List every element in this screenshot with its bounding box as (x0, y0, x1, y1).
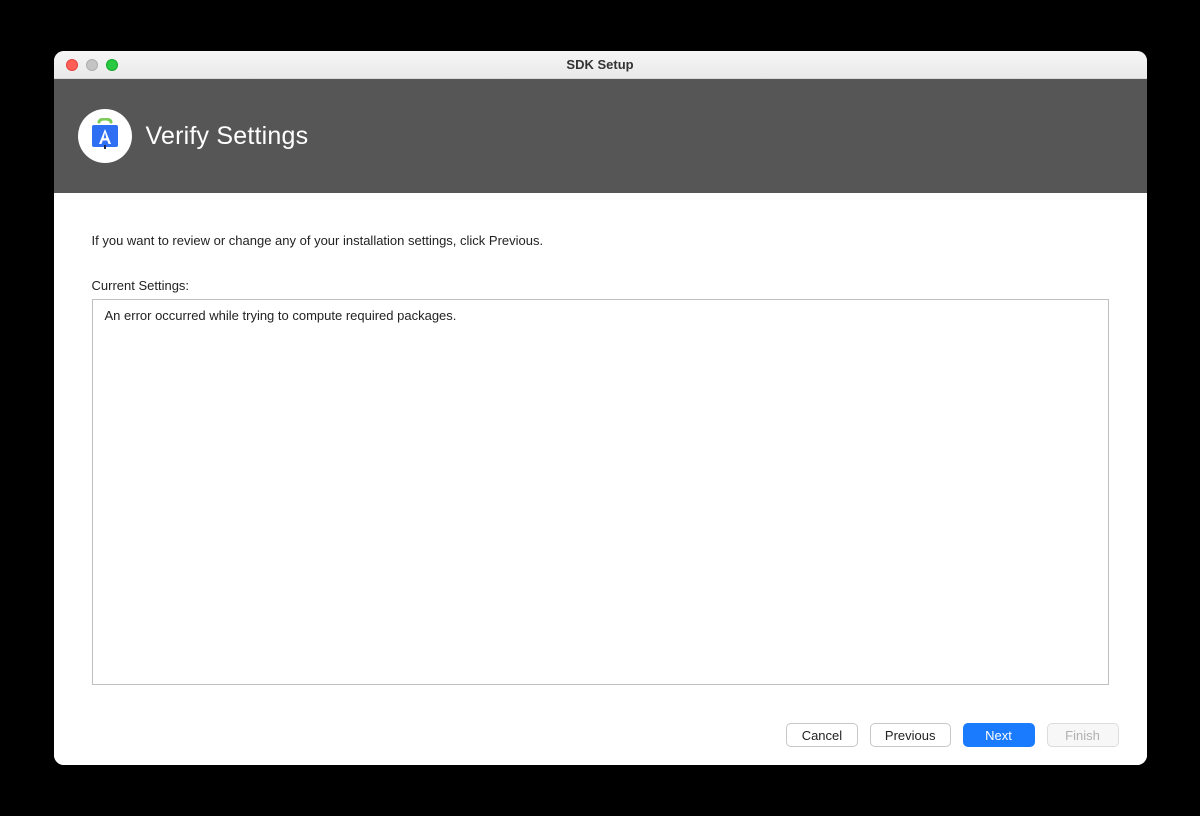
settings-error-text: An error occurred while trying to comput… (105, 308, 1096, 323)
window-title: SDK Setup (54, 57, 1147, 72)
intro-text: If you want to review or change any of y… (92, 233, 1109, 248)
next-button[interactable]: Next (963, 723, 1035, 747)
previous-button[interactable]: Previous (870, 723, 951, 747)
window-controls (54, 59, 118, 71)
wizard-header: Verify Settings (54, 79, 1147, 193)
android-studio-icon (78, 109, 132, 163)
finish-button: Finish (1047, 723, 1119, 747)
wizard-content: If you want to review or change any of y… (54, 193, 1147, 705)
current-settings-box[interactable]: An error occurred while trying to comput… (92, 299, 1109, 685)
minimize-window-button (86, 59, 98, 71)
wizard-footer: Cancel Previous Next Finish (54, 705, 1147, 765)
cancel-button[interactable]: Cancel (786, 723, 858, 747)
current-settings-label: Current Settings: (92, 278, 1109, 293)
sdk-setup-window: SDK Setup Verify Settings If you want to… (54, 51, 1147, 765)
window-titlebar: SDK Setup (54, 51, 1147, 79)
close-window-button[interactable] (66, 59, 78, 71)
maximize-window-button[interactable] (106, 59, 118, 71)
page-title: Verify Settings (146, 122, 309, 151)
